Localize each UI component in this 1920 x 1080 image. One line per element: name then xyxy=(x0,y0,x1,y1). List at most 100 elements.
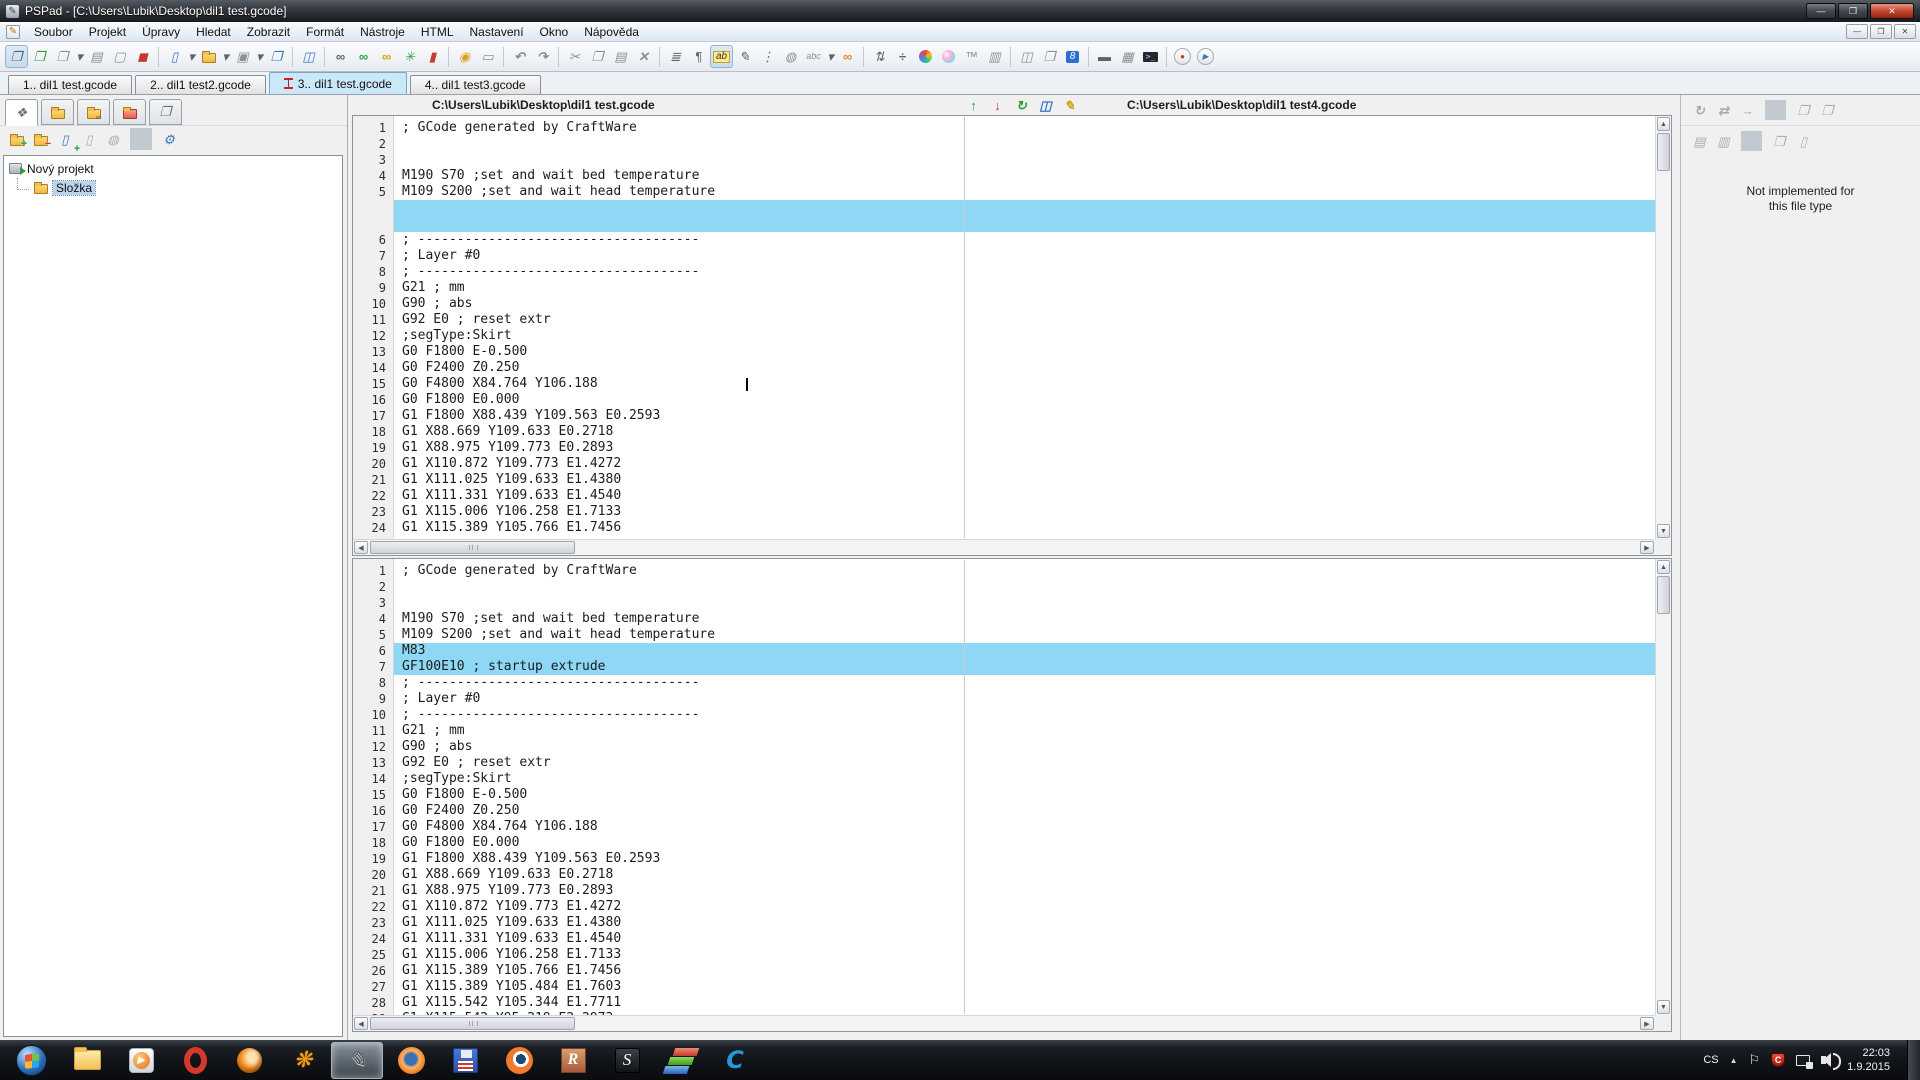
new-file-icon[interactable]: ▯ xyxy=(163,45,186,68)
scroll-down-button[interactable]: ▼ xyxy=(1657,1000,1670,1014)
menu-hledat[interactable]: Hledat xyxy=(188,23,239,41)
save-icon[interactable]: ▣ xyxy=(231,45,254,68)
tree-root-row[interactable]: Nový projekt xyxy=(4,159,342,178)
opera-taskbar-icon[interactable] xyxy=(169,1042,221,1079)
clipboard-icon[interactable]: ▤ xyxy=(85,45,108,68)
mdi-close-button[interactable]: ✕ xyxy=(1894,24,1916,39)
dropdown-arrow-icon[interactable]: ▾ xyxy=(220,45,231,68)
first-difference-button[interactable]: ↑ xyxy=(964,96,983,114)
vertical-scroll-thumb[interactable] xyxy=(1657,576,1670,614)
firefox-taskbar-icon[interactable] xyxy=(385,1042,437,1079)
dropdown-arrow-icon[interactable]: ▾ xyxy=(186,45,197,68)
copy-document-icon[interactable]: ❐ xyxy=(1769,131,1790,151)
media-player-taskbar-icon[interactable]: ▶ xyxy=(115,1042,167,1079)
start-button[interactable] xyxy=(3,1042,59,1079)
divide-icon[interactable]: ÷ xyxy=(891,45,914,68)
toolbar-separator[interactable] xyxy=(1741,131,1762,151)
taskbar-clock[interactable]: 22:03 1.9.2015 xyxy=(1847,1046,1896,1074)
toolbar-separator[interactable] xyxy=(558,47,559,67)
pen-icon[interactable]: ✎ xyxy=(733,45,756,68)
minimize-button[interactable]: — xyxy=(1806,3,1836,19)
sort-lines-icon[interactable]: ⇅ xyxy=(868,45,891,68)
tab-dil1-test2[interactable]: 2.. dil1 test2.gcode xyxy=(135,75,266,94)
toolbar-separator[interactable] xyxy=(448,47,449,67)
add-folder-button[interactable] xyxy=(6,128,28,150)
horizontal-scroll-thumb[interactable] xyxy=(370,541,575,554)
orange-swoosh-taskbar-icon[interactable] xyxy=(223,1042,275,1079)
reformat-icon[interactable]: ≣ xyxy=(664,45,687,68)
network-icon[interactable] xyxy=(1796,1055,1810,1066)
code-editor-bottom[interactable]: 1 ; GCode generated by CraftWare 2 3 4 M… xyxy=(353,559,1655,1015)
dos-console-icon[interactable]: >_ xyxy=(1139,45,1162,68)
floppy-app-taskbar-icon[interactable] xyxy=(439,1042,491,1079)
remove-folder-button[interactable] xyxy=(30,128,52,150)
refresh-diff-icon[interactable]: ↻ xyxy=(1689,100,1710,120)
panel-tab-project-icon[interactable]: ❖ xyxy=(5,99,38,126)
scroll-up-button[interactable]: ▲ xyxy=(1657,117,1670,131)
edit-mode-button[interactable]: ✎ xyxy=(1060,96,1079,114)
columns-view-button[interactable]: ◫ xyxy=(1036,96,1055,114)
document-icon[interactable]: ▯ xyxy=(1793,131,1814,151)
scroll-left-button[interactable]: ◀ xyxy=(354,541,368,554)
tab-dil1-test-1[interactable]: 1.. dil1 test.gcode xyxy=(8,75,132,94)
toolbar-separator[interactable] xyxy=(1010,47,1011,67)
project-window-icon[interactable]: ◫ xyxy=(297,45,320,68)
horizontal-scroll-thumb[interactable] xyxy=(370,1017,575,1030)
play-macro-icon[interactable]: ▶ xyxy=(1194,45,1217,68)
pspad-taskbar-icon[interactable]: ✎ xyxy=(331,1042,383,1079)
dropdown-arrow-icon[interactable]: ▾ xyxy=(825,45,836,68)
menu-format[interactable]: Formát xyxy=(298,23,352,41)
record-macro-icon[interactable]: ● xyxy=(1171,45,1194,68)
merge-right-icon[interactable]: ▥ xyxy=(1713,131,1734,151)
copy-icon[interactable]: ❐ xyxy=(586,45,609,68)
search-in-files-icon[interactable]: ∞ xyxy=(375,45,398,68)
pilcrow-icon[interactable]: ¶ xyxy=(687,45,710,68)
add-file-button[interactable]: ▯ xyxy=(54,128,76,150)
menu-nastroje[interactable]: Nástroje xyxy=(352,23,413,41)
mdi-restore-button[interactable]: ❐ xyxy=(1870,24,1892,39)
bookmarks-icon[interactable]: ▮ xyxy=(421,45,444,68)
lock-icon[interactable]: ◍ xyxy=(779,45,802,68)
toolbar-separator[interactable] xyxy=(659,47,660,67)
menu-soubor[interactable]: Soubor xyxy=(26,23,81,41)
blue-c-app-taskbar-icon[interactable]: C xyxy=(709,1042,761,1079)
window-shot-icon[interactable]: ▦ xyxy=(1116,45,1139,68)
recompare-button[interactable]: ↻ xyxy=(1012,96,1031,114)
swap-panes-icon[interactable]: ⇄ xyxy=(1713,100,1734,120)
panel-tab-windows-icon[interactable]: ❐ xyxy=(149,99,182,125)
menu-zobrazit[interactable]: Zobrazit xyxy=(239,23,298,41)
toolbar-separator[interactable] xyxy=(863,47,864,67)
blender-taskbar-icon[interactable] xyxy=(493,1042,545,1079)
diff-pane-bottom[interactable]: 1 ; GCode generated by CraftWare 2 3 4 M… xyxy=(352,558,1672,1032)
color-picker-icon[interactable] xyxy=(937,45,960,68)
info-button[interactable]: ◍ xyxy=(102,128,124,150)
highlight-text-icon[interactable]: ab xyxy=(710,45,733,68)
maximize-button[interactable]: ❐ xyxy=(1838,3,1868,19)
ascii-table-icon[interactable]: 8 xyxy=(1061,45,1084,68)
palette-icon[interactable] xyxy=(914,45,937,68)
hidden-icons-arrow[interactable]: ▲ xyxy=(1730,1056,1738,1065)
copy-block-left-icon[interactable]: ❐ xyxy=(1793,100,1814,120)
delete-icon[interactable]: ✕ xyxy=(632,45,655,68)
tab-dil1-test3[interactable]: 4.. dil1 test3.gcode xyxy=(410,75,541,94)
scroll-left-button[interactable]: ◀ xyxy=(354,1017,368,1030)
panel-tab-favorites-icon[interactable] xyxy=(113,99,146,125)
r-block-taskbar-icon[interactable]: R xyxy=(547,1042,599,1079)
close-button[interactable]: ✕ xyxy=(1870,3,1914,19)
scroll-up-button[interactable]: ▲ xyxy=(1657,560,1670,574)
copy-block-right-icon[interactable]: ❐ xyxy=(1817,100,1838,120)
show-desktop-button[interactable] xyxy=(1907,1040,1920,1080)
project-compile-icon[interactable]: ❒ xyxy=(5,45,28,68)
diff-pane-top[interactable]: 1 ; GCode generated by CraftWare 2 3 4 M… xyxy=(352,115,1672,556)
toolbar-separator[interactable] xyxy=(292,47,293,67)
redo-icon[interactable]: ↷ xyxy=(531,45,554,68)
mdi-minimize-button[interactable]: — xyxy=(1846,24,1868,39)
vertical-scroll-thumb[interactable] xyxy=(1657,133,1670,171)
magnifier-icon[interactable]: ◉ xyxy=(453,45,476,68)
monitor-icon[interactable]: ▢ xyxy=(108,45,131,68)
terminal-icon[interactable]: ▬ xyxy=(1093,45,1116,68)
scroll-down-button[interactable]: ▼ xyxy=(1657,524,1670,538)
project-settings-button[interactable]: ⚙ xyxy=(158,128,180,150)
toolbar-separator[interactable] xyxy=(158,47,159,67)
toolbar-separator[interactable] xyxy=(1765,100,1786,120)
